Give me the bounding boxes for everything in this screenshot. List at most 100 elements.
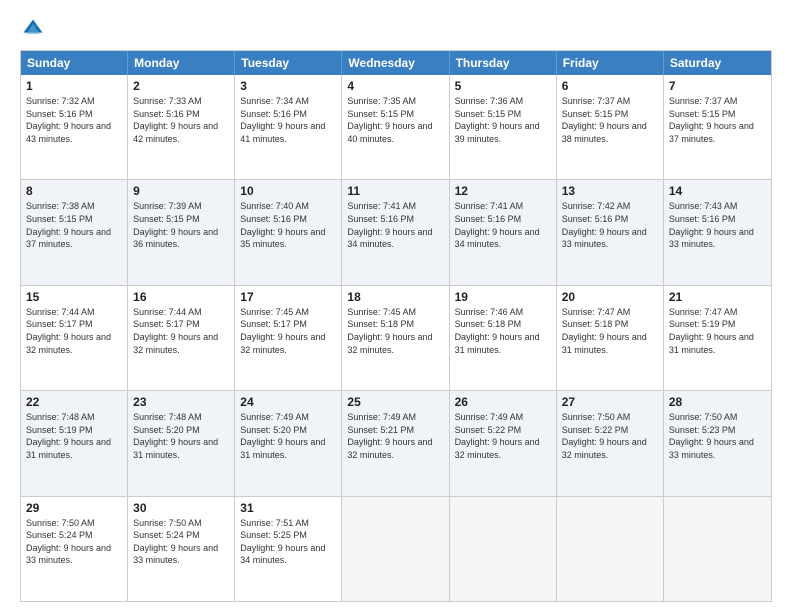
- header-cell-saturday: Saturday: [664, 51, 771, 75]
- day-number: 11: [347, 184, 443, 198]
- cell-info: Sunrise: 7:49 AMSunset: 5:22 PMDaylight:…: [455, 412, 540, 460]
- day-number: 25: [347, 395, 443, 409]
- cell-info: Sunrise: 7:49 AMSunset: 5:21 PMDaylight:…: [347, 412, 432, 460]
- cell-info: Sunrise: 7:37 AMSunset: 5:15 PMDaylight:…: [669, 96, 754, 144]
- calendar-row-3: 15 Sunrise: 7:44 AMSunset: 5:17 PMDayligh…: [21, 286, 771, 391]
- calendar-row-4: 22 Sunrise: 7:48 AMSunset: 5:19 PMDayligh…: [21, 391, 771, 496]
- calendar-row-2: 8Sunrise: 7:38 AMSunset: 5:15 PMDaylight…: [21, 180, 771, 285]
- cell-info: Sunrise: 7:50 AMSunset: 5:24 PMDaylight:…: [133, 518, 218, 566]
- calendar-cell: [342, 497, 449, 601]
- cell-info: Sunrise: 7:38 AMSunset: 5:15 PMDaylight:…: [26, 201, 111, 249]
- calendar-cell: 23 Sunrise: 7:48 AMSunset: 5:20 PMDayligh…: [128, 391, 235, 495]
- calendar-cell: [664, 497, 771, 601]
- day-number: 21: [669, 290, 766, 304]
- calendar-cell: 2 Sunrise: 7:33 AMSunset: 5:16 PMDaylight…: [128, 75, 235, 179]
- cell-info: Sunrise: 7:43 AMSunset: 5:16 PMDaylight:…: [669, 201, 754, 249]
- logo-icon: [22, 18, 44, 40]
- calendar-cell: 3 Sunrise: 7:34 AMSunset: 5:16 PMDaylight…: [235, 75, 342, 179]
- cell-info: Sunrise: 7:48 AMSunset: 5:20 PMDaylight:…: [133, 412, 218, 460]
- logo: [20, 18, 44, 40]
- cell-info: Sunrise: 7:45 AMSunset: 5:17 PMDaylight:…: [240, 307, 325, 355]
- cell-info: Sunrise: 7:32 AMSunset: 5:16 PMDaylight:…: [26, 96, 111, 144]
- calendar-body: 1 Sunrise: 7:32 AMSunset: 5:16 PMDaylight…: [21, 75, 771, 601]
- day-number: 1: [26, 79, 122, 93]
- cell-info: Sunrise: 7:45 AMSunset: 5:18 PMDaylight:…: [347, 307, 432, 355]
- calendar-cell: 11 Sunrise: 7:41 AMSunset: 5:16 PMDayligh…: [342, 180, 449, 284]
- calendar-cell: 17 Sunrise: 7:45 AMSunset: 5:17 PMDayligh…: [235, 286, 342, 390]
- cell-info: Sunrise: 7:50 AMSunset: 5:22 PMDaylight:…: [562, 412, 647, 460]
- cell-info: Sunrise: 7:36 AMSunset: 5:15 PMDaylight:…: [455, 96, 540, 144]
- cell-info: Sunrise: 7:34 AMSunset: 5:16 PMDaylight:…: [240, 96, 325, 144]
- calendar-cell: 5 Sunrise: 7:36 AMSunset: 5:15 PMDaylight…: [450, 75, 557, 179]
- day-number: 24: [240, 395, 336, 409]
- calendar-cell: 8Sunrise: 7:38 AMSunset: 5:15 PMDaylight…: [21, 180, 128, 284]
- day-number: 14: [669, 184, 766, 198]
- day-number: 13: [562, 184, 658, 198]
- calendar-cell: 27 Sunrise: 7:50 AMSunset: 5:22 PMDayligh…: [557, 391, 664, 495]
- calendar-cell: 1 Sunrise: 7:32 AMSunset: 5:16 PMDaylight…: [21, 75, 128, 179]
- calendar-cell: [450, 497, 557, 601]
- day-number: 7: [669, 79, 766, 93]
- calendar-cell: 29Sunrise: 7:50 AMSunset: 5:24 PMDayligh…: [21, 497, 128, 601]
- cell-info: Sunrise: 7:37 AMSunset: 5:15 PMDaylight:…: [562, 96, 647, 144]
- calendar-cell: 20 Sunrise: 7:47 AMSunset: 5:18 PMDayligh…: [557, 286, 664, 390]
- cell-info: Sunrise: 7:49 AMSunset: 5:20 PMDaylight:…: [240, 412, 325, 460]
- header-cell-friday: Friday: [557, 51, 664, 75]
- calendar-row-5: 29 Sunrise: 7:50 AMSunset: 5:24 PMDayligh…: [21, 497, 771, 601]
- calendar-cell: 4 Sunrise: 7:35 AMSunset: 5:15 PMDaylight…: [342, 75, 449, 179]
- calendar-cell: 22 Sunrise: 7:48 AMSunset: 5:19 PMDayligh…: [21, 391, 128, 495]
- day-number: 18: [347, 290, 443, 304]
- day-number: 31: [240, 501, 336, 515]
- calendar-cell: 15Sunrise: 7:44 AMSunset: 5:17 PMDayligh…: [21, 286, 128, 390]
- cell-info: Sunrise: 7:41 AMSunset: 5:16 PMDaylight:…: [455, 201, 540, 249]
- page-header: [20, 18, 772, 40]
- cell-info: Sunrise: 7:39 AMSunset: 5:15 PMDaylight:…: [133, 201, 218, 249]
- day-number: 6: [562, 79, 658, 93]
- calendar-row-1: 1 Sunrise: 7:32 AMSunset: 5:16 PMDaylight…: [21, 75, 771, 180]
- calendar-cell: 28 Sunrise: 7:50 AMSunset: 5:23 PMDayligh…: [664, 391, 771, 495]
- calendar-cell: 13 Sunrise: 7:42 AMSunset: 5:16 PMDayligh…: [557, 180, 664, 284]
- cell-info: Sunrise: 7:47 AMSunset: 5:18 PMDaylight:…: [562, 307, 647, 355]
- cell-info: Sunrise: 7:44 AMSunset: 5:17 PMDaylight:…: [133, 307, 218, 355]
- cell-info: Sunrise: 7:48 AMSunset: 5:19 PMDaylight:…: [26, 412, 111, 460]
- calendar-cell: 24 Sunrise: 7:49 AMSunset: 5:20 PMDayligh…: [235, 391, 342, 495]
- calendar-cell: 18 Sunrise: 7:45 AMSunset: 5:18 PMDayligh…: [342, 286, 449, 390]
- cell-info: Sunrise: 7:46 AMSunset: 5:18 PMDaylight:…: [455, 307, 540, 355]
- calendar-cell: 30Sunrise: 7:50 AMSunset: 5:24 PMDayligh…: [128, 497, 235, 601]
- day-number: 4: [347, 79, 443, 93]
- day-number: 17: [240, 290, 336, 304]
- calendar-cell: 21 Sunrise: 7:47 AMSunset: 5:19 PMDayligh…: [664, 286, 771, 390]
- day-number: 15: [26, 290, 122, 304]
- calendar-cell: 19Sunrise: 7:46 AMSunset: 5:18 PMDayligh…: [450, 286, 557, 390]
- cell-info: Sunrise: 7:42 AMSunset: 5:16 PMDaylight:…: [562, 201, 647, 249]
- cell-info: Sunrise: 7:33 AMSunset: 5:16 PMDaylight:…: [133, 96, 218, 144]
- calendar-cell: 26 Sunrise: 7:49 AMSunset: 5:22 PMDayligh…: [450, 391, 557, 495]
- day-number: 22: [26, 395, 122, 409]
- calendar-cell: 14 Sunrise: 7:43 AMSunset: 5:16 PMDayligh…: [664, 180, 771, 284]
- calendar-cell: 12 Sunrise: 7:41 AMSunset: 5:16 PMDayligh…: [450, 180, 557, 284]
- cell-info: Sunrise: 7:50 AMSunset: 5:23 PMDaylight:…: [669, 412, 754, 460]
- day-number: 9: [133, 184, 229, 198]
- cell-info: Sunrise: 7:35 AMSunset: 5:15 PMDaylight:…: [347, 96, 432, 144]
- cell-info: Sunrise: 7:41 AMSunset: 5:16 PMDaylight:…: [347, 201, 432, 249]
- cell-info: Sunrise: 7:40 AMSunset: 5:16 PMDaylight:…: [240, 201, 325, 249]
- day-number: 29: [26, 501, 122, 515]
- day-number: 26: [455, 395, 551, 409]
- day-number: 27: [562, 395, 658, 409]
- day-number: 5: [455, 79, 551, 93]
- day-number: 23: [133, 395, 229, 409]
- header-cell-thursday: Thursday: [450, 51, 557, 75]
- day-number: 28: [669, 395, 766, 409]
- day-number: 12: [455, 184, 551, 198]
- header-cell-tuesday: Tuesday: [235, 51, 342, 75]
- day-number: 20: [562, 290, 658, 304]
- calendar-cell: 9 Sunrise: 7:39 AMSunset: 5:15 PMDaylight…: [128, 180, 235, 284]
- day-number: 16: [133, 290, 229, 304]
- header-cell-monday: Monday: [128, 51, 235, 75]
- day-number: 3: [240, 79, 336, 93]
- calendar-page: SundayMondayTuesdayWednesdayThursdayFrid…: [0, 0, 792, 612]
- calendar-cell: 10Sunrise: 7:40 AMSunset: 5:16 PMDayligh…: [235, 180, 342, 284]
- cell-info: Sunrise: 7:47 AMSunset: 5:19 PMDaylight:…: [669, 307, 754, 355]
- day-number: 2: [133, 79, 229, 93]
- header-cell-sunday: Sunday: [21, 51, 128, 75]
